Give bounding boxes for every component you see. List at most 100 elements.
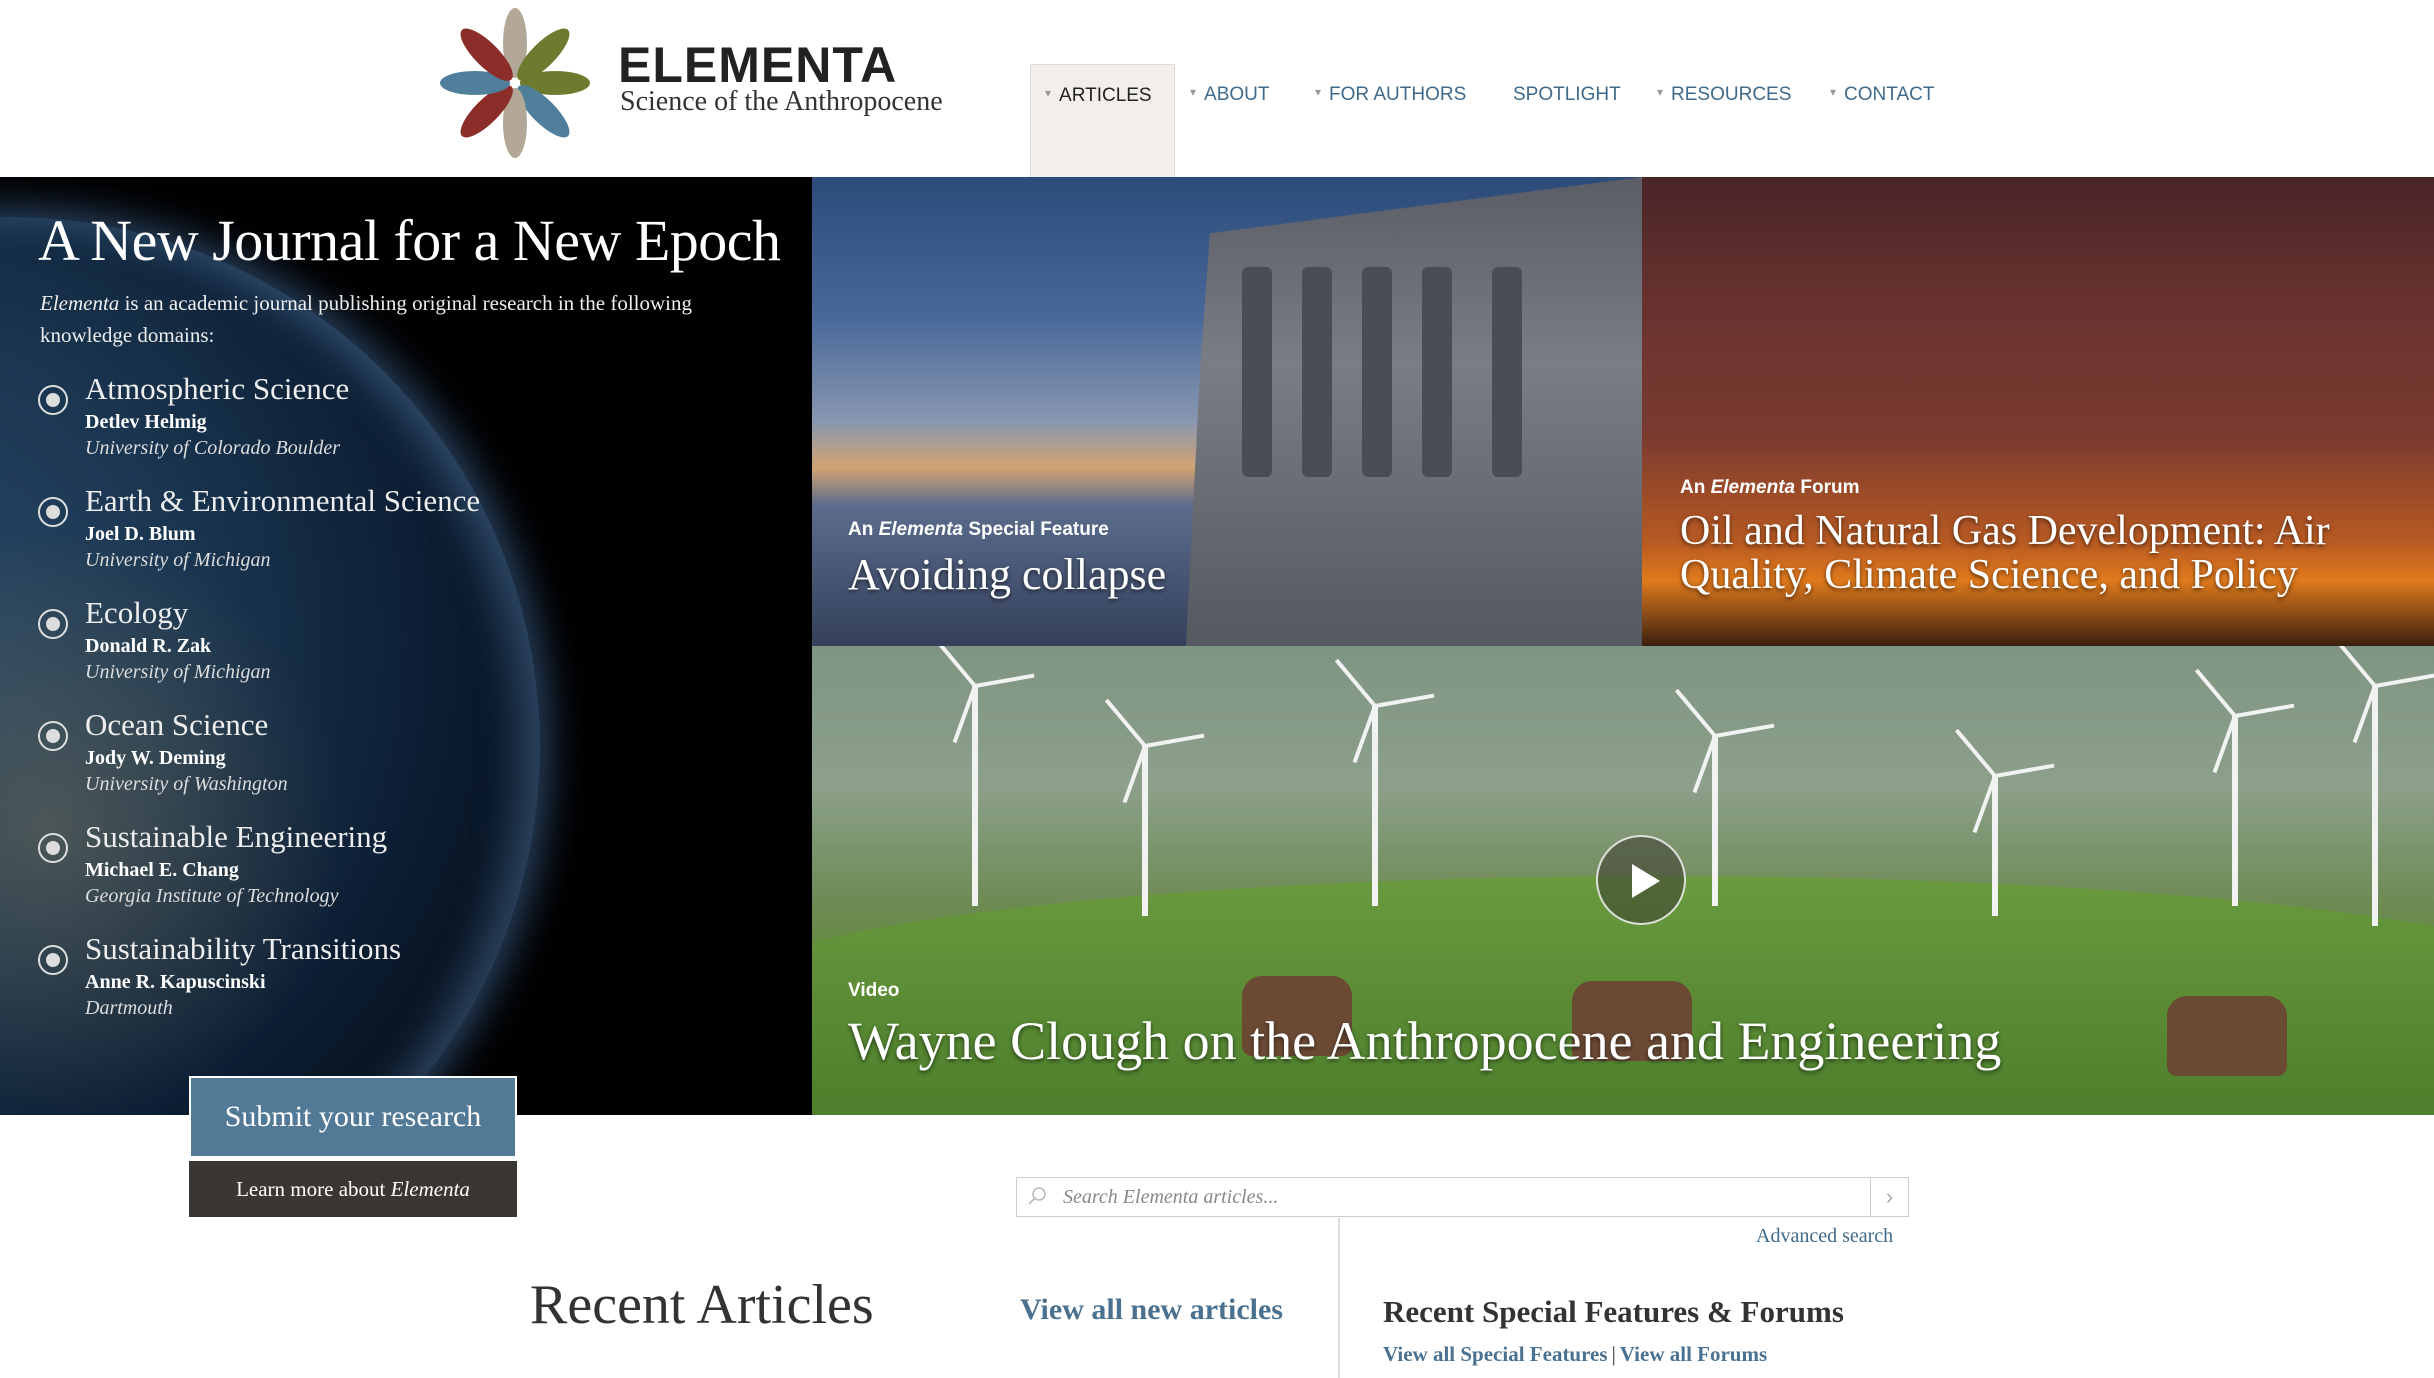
turbine-blade [1104, 698, 1147, 748]
brand-tagline: Science of the Anthropocene [620, 86, 943, 117]
intro-panel: A New Journal for a New Epoch Elementa i… [0, 177, 812, 1115]
nav-about[interactable]: ▾ ABOUT [1190, 64, 1269, 177]
chevron-down-icon: ▾ [1190, 85, 1197, 99]
nav-label: CONTACT [1844, 84, 1935, 105]
learn-more-button[interactable]: Learn more about Elementa [189, 1161, 517, 1217]
turbine-blade [2212, 715, 2237, 774]
feature-tile-avoiding-collapse[interactable]: An Elementa Special Feature Avoiding col… [812, 177, 1642, 646]
feature-title-line: Quality, Climate Science, and Policy [1680, 552, 2298, 598]
caryatid-column [1362, 267, 1392, 477]
special-features-heading: Recent Special Features & Forums [1383, 1294, 1844, 1329]
chevron-down-icon: ▾ [1315, 85, 1322, 99]
nav-resources[interactable]: ▾ RESOURCES [1657, 64, 1791, 177]
label-prefix: An [1680, 477, 1711, 498]
caryatid-temple-image [1186, 177, 1642, 646]
wind-turbine [2194, 668, 2295, 906]
domain-editor: Michael E. Chang [85, 859, 239, 881]
view-all-special-features-link[interactable]: View all Special Features [1383, 1342, 1608, 1366]
search-input[interactable] [1063, 1178, 1883, 1216]
domain-institution: Dartmouth [85, 997, 173, 1019]
turbine-blade [974, 673, 1035, 688]
column-divider [1338, 1218, 1340, 1378]
label-journal: Elementa [1710, 477, 1796, 498]
submit-research-button[interactable]: Submit your research [189, 1076, 517, 1158]
nav-label: ARTICLES [1059, 85, 1152, 106]
label-prefix: An [848, 519, 879, 540]
chevron-down-icon: ▾ [1657, 85, 1664, 99]
caryatid-column [1302, 267, 1332, 477]
domain-editor: Donald R. Zak [85, 635, 212, 657]
turbine-blade [1972, 775, 1997, 834]
label-suffix: Special Feature [963, 519, 1109, 540]
feature-label: An Elementa Forum [1680, 477, 1859, 499]
turbine-blade [934, 646, 977, 688]
search-submit-button[interactable]: › [1870, 1178, 1908, 1216]
caryatid-column [1422, 267, 1452, 477]
nav-for-authors[interactable]: ▾ FOR AUTHORS [1315, 64, 1466, 177]
domain-name: Ecology [85, 595, 189, 630]
recent-articles-heading: Recent Articles [530, 1274, 874, 1336]
video-label: Video [848, 980, 900, 1001]
label-journal: Elementa [878, 519, 964, 540]
domain-name: Atmospheric Science [85, 371, 350, 406]
turbine-blade [1144, 733, 1205, 748]
gears-icon [38, 833, 68, 863]
turbine-blade [2352, 685, 2377, 744]
turbine-blade [1954, 728, 1997, 778]
site-header: ELEMENTA Science of the Anthropocene ▾ AR… [0, 0, 2434, 177]
caryatid-column [1492, 267, 1522, 477]
learn-more-journal: Elementa [390, 1177, 470, 1201]
caryatid-column [1242, 267, 1272, 477]
turbine-blade [2334, 646, 2377, 688]
journal-name: Elementa [40, 291, 120, 315]
nav-spotlight[interactable]: SPOTLIGHT [1513, 64, 1621, 177]
turbine-blade [1334, 658, 1377, 708]
view-all-forums-link[interactable]: View all Forums [1620, 1342, 1767, 1366]
intro-text: Elementa is an academic journal publishi… [40, 287, 770, 351]
feature-title: Oil and Natural Gas Development: Air Qua… [1680, 509, 2330, 597]
wind-turbine [1954, 728, 2055, 916]
special-features-links: View all Special Features | View all Forum… [1383, 1342, 1767, 1367]
play-video-button[interactable] [1596, 835, 1686, 925]
nav-contact[interactable]: ▾ CONTACT [1830, 64, 1934, 177]
turbine-blade [1122, 745, 1147, 804]
chevron-down-icon: ▾ [1045, 86, 1052, 100]
domain-editor: Detlev Helmig [85, 411, 207, 433]
feature-title-line: Oil and Natural Gas Development: Air [1680, 508, 2330, 554]
wind-turbine [934, 646, 1035, 906]
nav-label: SPOTLIGHT [1513, 84, 1621, 105]
domain-editor: Joel D. Blum [85, 523, 196, 545]
advanced-search-link[interactable]: Advanced search [1756, 1225, 1893, 1248]
intro-title: A New Journal for a New Epoch [38, 208, 781, 273]
turbine-blade [1994, 763, 2055, 778]
wind-turbine [1104, 698, 1205, 916]
label-suffix: Forum [1795, 477, 1860, 498]
feature-tile-oil-gas[interactable]: An Elementa Forum Oil and Natural Gas De… [1642, 177, 2434, 646]
domain-editor: Anne R. Kapuscinski [85, 971, 266, 993]
link-separator: | [1611, 1342, 1616, 1366]
turbine-blade [952, 685, 977, 744]
turbine-blade [1714, 723, 1775, 738]
elementa-logo[interactable] [440, 8, 590, 158]
domain-name: Ocean Science [85, 707, 269, 742]
feature-tile-video[interactable]: Video Wayne Clough on the Anthropocene a… [812, 646, 2434, 1115]
wave-icon [38, 721, 68, 751]
feature-label: An Elementa Special Feature [848, 519, 1109, 541]
domain-editor: Jody W. Deming [85, 747, 226, 769]
turbine-blade [1374, 693, 1435, 708]
turbine-blade [2194, 668, 2237, 718]
wind-turbine [1334, 658, 1435, 906]
turbine-blade [1692, 735, 1717, 794]
cycle-icon [38, 945, 68, 975]
turbine-blade [1674, 688, 1717, 738]
domain-institution: University of Colorado Boulder [85, 437, 340, 459]
feature-title: Avoiding collapse [848, 550, 1167, 599]
learn-more-prefix: Learn more about [236, 1177, 391, 1201]
wind-turbine [2334, 646, 2434, 926]
domain-institution: University of Michigan [85, 661, 271, 683]
video-title: Wayne Clough on the Anthropocene and Eng… [848, 1011, 2002, 1071]
domain-institution: Georgia Institute of Technology [85, 885, 339, 907]
view-all-new-articles-link[interactable]: View all new articles [1020, 1293, 1283, 1327]
nav-label: FOR AUTHORS [1329, 84, 1467, 105]
nav-articles[interactable]: ▾ ARTICLES [1030, 64, 1175, 177]
